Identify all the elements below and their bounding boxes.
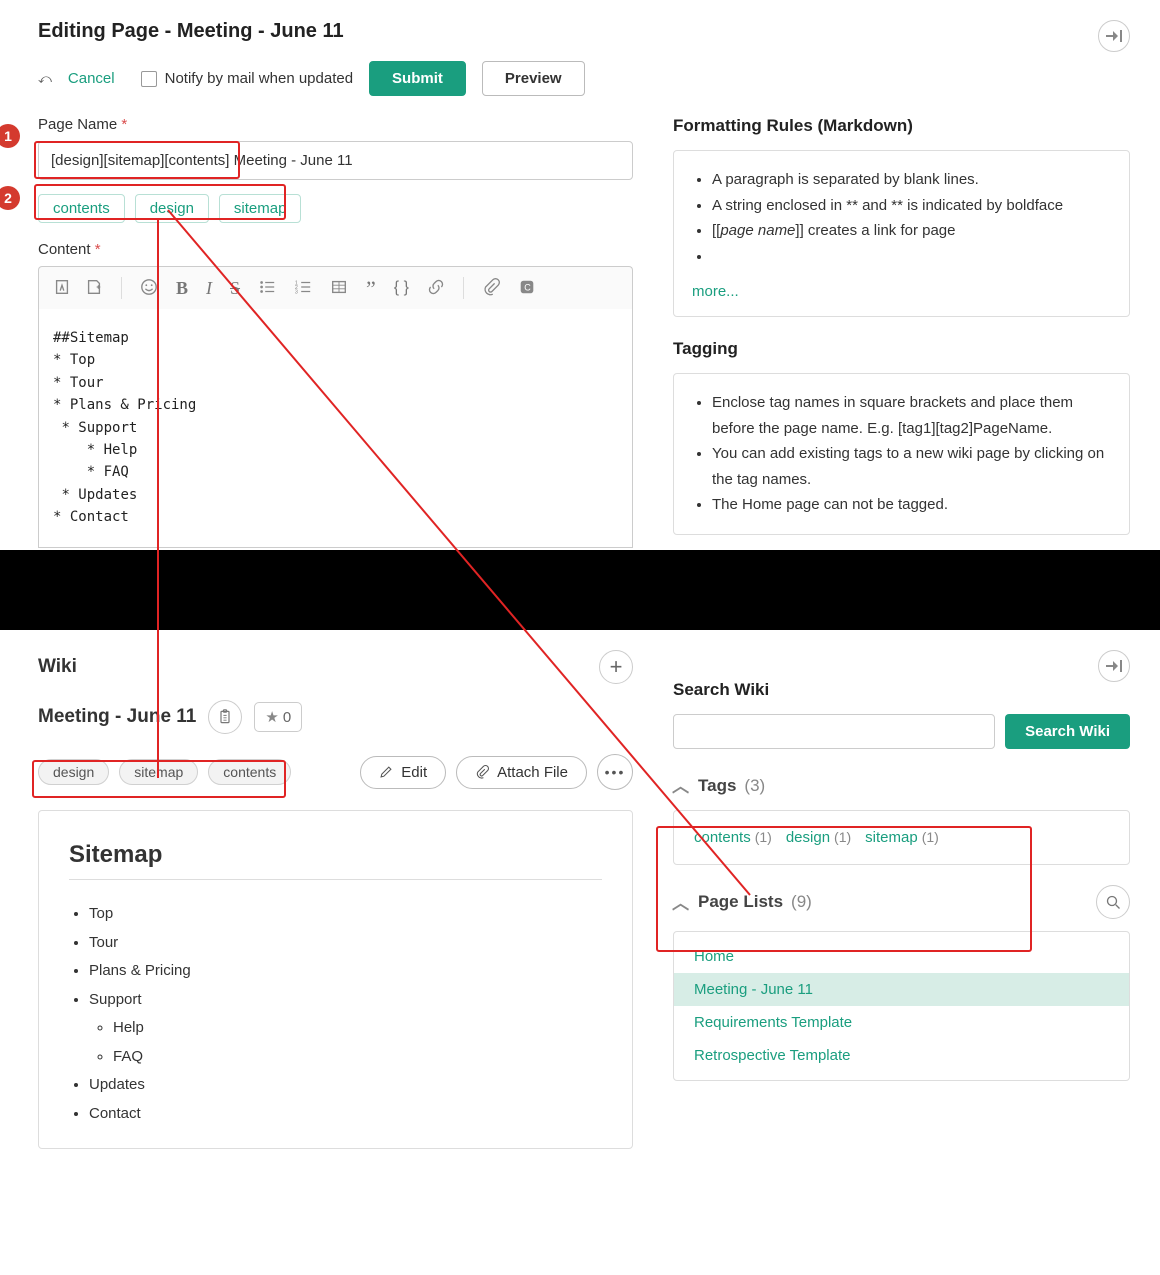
link-icon[interactable] (427, 278, 445, 299)
search-icon (1106, 895, 1121, 910)
back-icon: ⤺ (38, 71, 52, 87)
tag-link[interactable]: sitemap (865, 829, 918, 846)
wiki-content: Sitemap TopTourPlans & PricingSupportHel… (38, 810, 633, 1149)
notify-checkbox[interactable] (141, 71, 157, 87)
list-item: Tour (89, 929, 602, 958)
svg-text:3: 3 (295, 289, 298, 295)
cancel-link[interactable]: Cancel (68, 70, 115, 87)
pagelists-accordion-head[interactable]: 〈 Page Lists (9) (673, 885, 1130, 919)
clipboard-icon (217, 709, 233, 725)
tag-count: (1) (834, 829, 851, 845)
page-list-item[interactable]: Retrospective Template (674, 1039, 1129, 1072)
tag-pill[interactable]: design (38, 759, 109, 785)
cacoo-icon[interactable]: C (518, 278, 536, 299)
list-item: Contact (89, 1100, 602, 1129)
tag-count: (1) (755, 829, 772, 845)
tag-count: (1) (922, 829, 939, 845)
svg-text:C: C (524, 282, 531, 292)
edit-button[interactable]: Edit (360, 756, 446, 789)
page-list-item[interactable]: Meeting - June 11 (674, 973, 1129, 1006)
tag-link[interactable]: design (786, 829, 830, 846)
page-name-label: Page Name * (38, 116, 633, 133)
formatting-rule: A string enclosed in ** and ** is indica… (712, 193, 1111, 219)
emoji-icon[interactable] (140, 278, 158, 299)
notify-checkbox-label[interactable]: Notify by mail when updated (141, 70, 353, 87)
collapse-sidebar-button[interactable] (1098, 20, 1130, 52)
search-wiki-heading: Search Wiki (673, 680, 1130, 700)
chevron-up-icon: 〈 (669, 894, 694, 911)
wiki-section-title: Wiki (38, 656, 77, 678)
copy-button[interactable] (208, 700, 242, 734)
submit-button[interactable]: Submit (369, 61, 466, 96)
tags-accordion-head[interactable]: 〈 Tags (3) (673, 773, 1130, 798)
formatting-rules-box: A paragraph is separated by blank lines.… (673, 150, 1130, 317)
tagging-heading: Tagging (673, 339, 1130, 359)
star-icon: ★ (265, 708, 278, 726)
list-item: SupportHelpFAQ (89, 986, 602, 1072)
more-actions-button[interactable]: ••• (597, 754, 633, 790)
tag-pill[interactable]: sitemap (119, 759, 198, 785)
collapse-sidebar-button-2[interactable] (1098, 650, 1130, 682)
preview-button[interactable]: Preview (482, 61, 585, 96)
page-list-item[interactable]: Home (674, 940, 1129, 973)
more-link[interactable]: more... (692, 283, 739, 300)
tag-pill[interactable]: contents (38, 194, 125, 223)
tag-link[interactable]: contents (694, 829, 751, 846)
tag-pill[interactable]: sitemap (219, 194, 302, 223)
add-page-icon[interactable] (85, 278, 103, 299)
tags-box: contents(1)design(1)sitemap(1) (673, 810, 1130, 865)
collapse-icon (1106, 659, 1122, 673)
wiki-page-title: Meeting - June 11 (38, 706, 196, 728)
table-icon[interactable] (330, 278, 348, 299)
annotation-badge-1: 1 (0, 124, 20, 148)
content-heading: Sitemap (69, 841, 602, 880)
formatting-rule (712, 244, 1111, 270)
list-item: Plans & Pricing (89, 957, 602, 986)
tagging-rule: You can add existing tags to a new wiki … (712, 441, 1111, 492)
content-editor[interactable]: ##Sitemap * Top * Tour * Plans & Pricing… (38, 309, 633, 548)
link-wiki-icon[interactable] (53, 278, 71, 299)
page-list: HomeMeeting - June 11Requirements Templa… (673, 931, 1130, 1081)
search-pagelists-button[interactable] (1096, 885, 1130, 919)
quote-icon[interactable]: ” (366, 283, 376, 294)
attach-file-button[interactable]: Attach File (456, 756, 587, 789)
star-count: 0 (283, 709, 291, 726)
pencil-icon (379, 765, 393, 779)
bold-icon[interactable]: B (176, 278, 188, 299)
content-label: Content * (38, 241, 633, 258)
formatting-rule: [[page name]] creates a link for page (712, 218, 1111, 244)
list-item: Help (113, 1014, 602, 1043)
attach-icon[interactable] (482, 278, 500, 299)
bullet-list-icon[interactable] (258, 278, 276, 299)
tag-pill[interactable]: design (135, 194, 209, 223)
list-item: Top (89, 900, 602, 929)
page-list-item[interactable]: Requirements Template (674, 1006, 1129, 1039)
tagging-rule: Enclose tag names in square brackets and… (712, 390, 1111, 441)
page-name-input[interactable] (38, 141, 633, 180)
search-wiki-input[interactable] (673, 714, 995, 749)
star-badge[interactable]: ★ 0 (254, 702, 302, 732)
page-title: Editing Page - Meeting - June 11 (38, 20, 1130, 43)
chevron-up-icon: 〈 (669, 777, 694, 794)
panel-separator (0, 550, 1160, 630)
collapse-icon (1106, 29, 1122, 43)
editor-toolbar: B I S 123 ” { } C (38, 266, 633, 309)
code-icon[interactable]: { } (394, 279, 409, 297)
notify-label-text: Notify by mail when updated (165, 70, 353, 87)
number-list-icon[interactable]: 123 (294, 278, 312, 299)
tag-pill[interactable]: contents (208, 759, 291, 785)
formatting-rule: A paragraph is separated by blank lines. (712, 167, 1111, 193)
italic-icon[interactable]: I (206, 278, 212, 299)
strikethrough-icon[interactable]: S (230, 278, 240, 299)
search-wiki-button[interactable]: Search Wiki (1005, 714, 1130, 749)
paperclip-icon (475, 765, 489, 779)
add-page-button[interactable]: + (599, 650, 633, 684)
annotation-badge-2: 2 (0, 186, 20, 210)
list-item: Updates (89, 1071, 602, 1100)
tagging-box: Enclose tag names in square brackets and… (673, 373, 1130, 535)
formatting-rules-heading: Formatting Rules (Markdown) (673, 116, 1130, 136)
list-item: FAQ (113, 1043, 602, 1072)
tagging-rule: The Home page can not be tagged. (712, 492, 1111, 518)
